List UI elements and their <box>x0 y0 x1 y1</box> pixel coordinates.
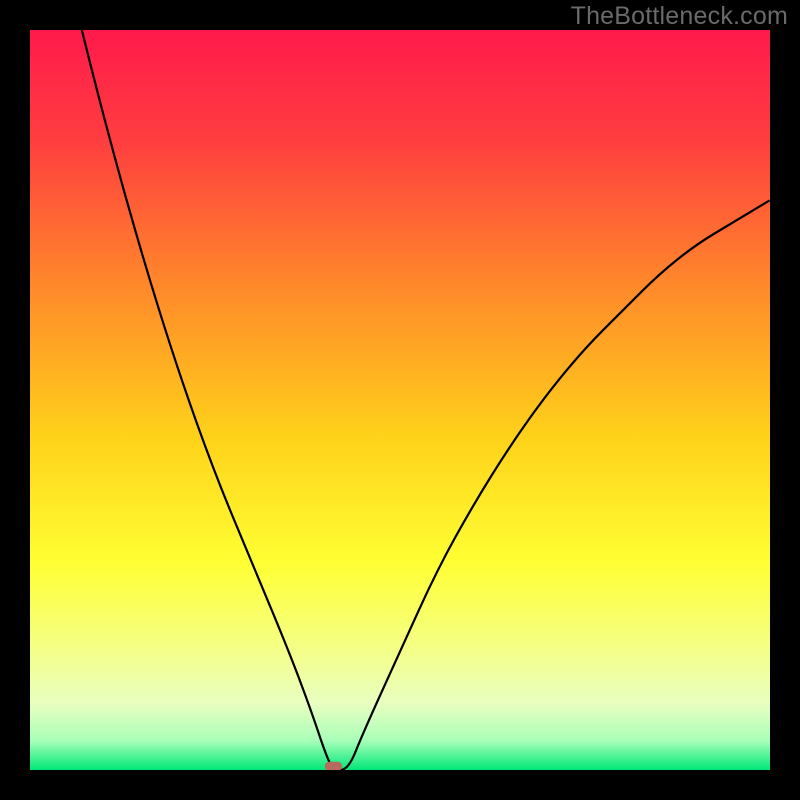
chart-frame: TheBottleneck.com <box>0 0 800 800</box>
gradient-background <box>30 30 770 770</box>
optimum-marker <box>325 762 342 770</box>
plot-area <box>30 30 770 770</box>
watermark-text: TheBottleneck.com <box>571 2 788 31</box>
bottleneck-chart <box>30 30 770 770</box>
